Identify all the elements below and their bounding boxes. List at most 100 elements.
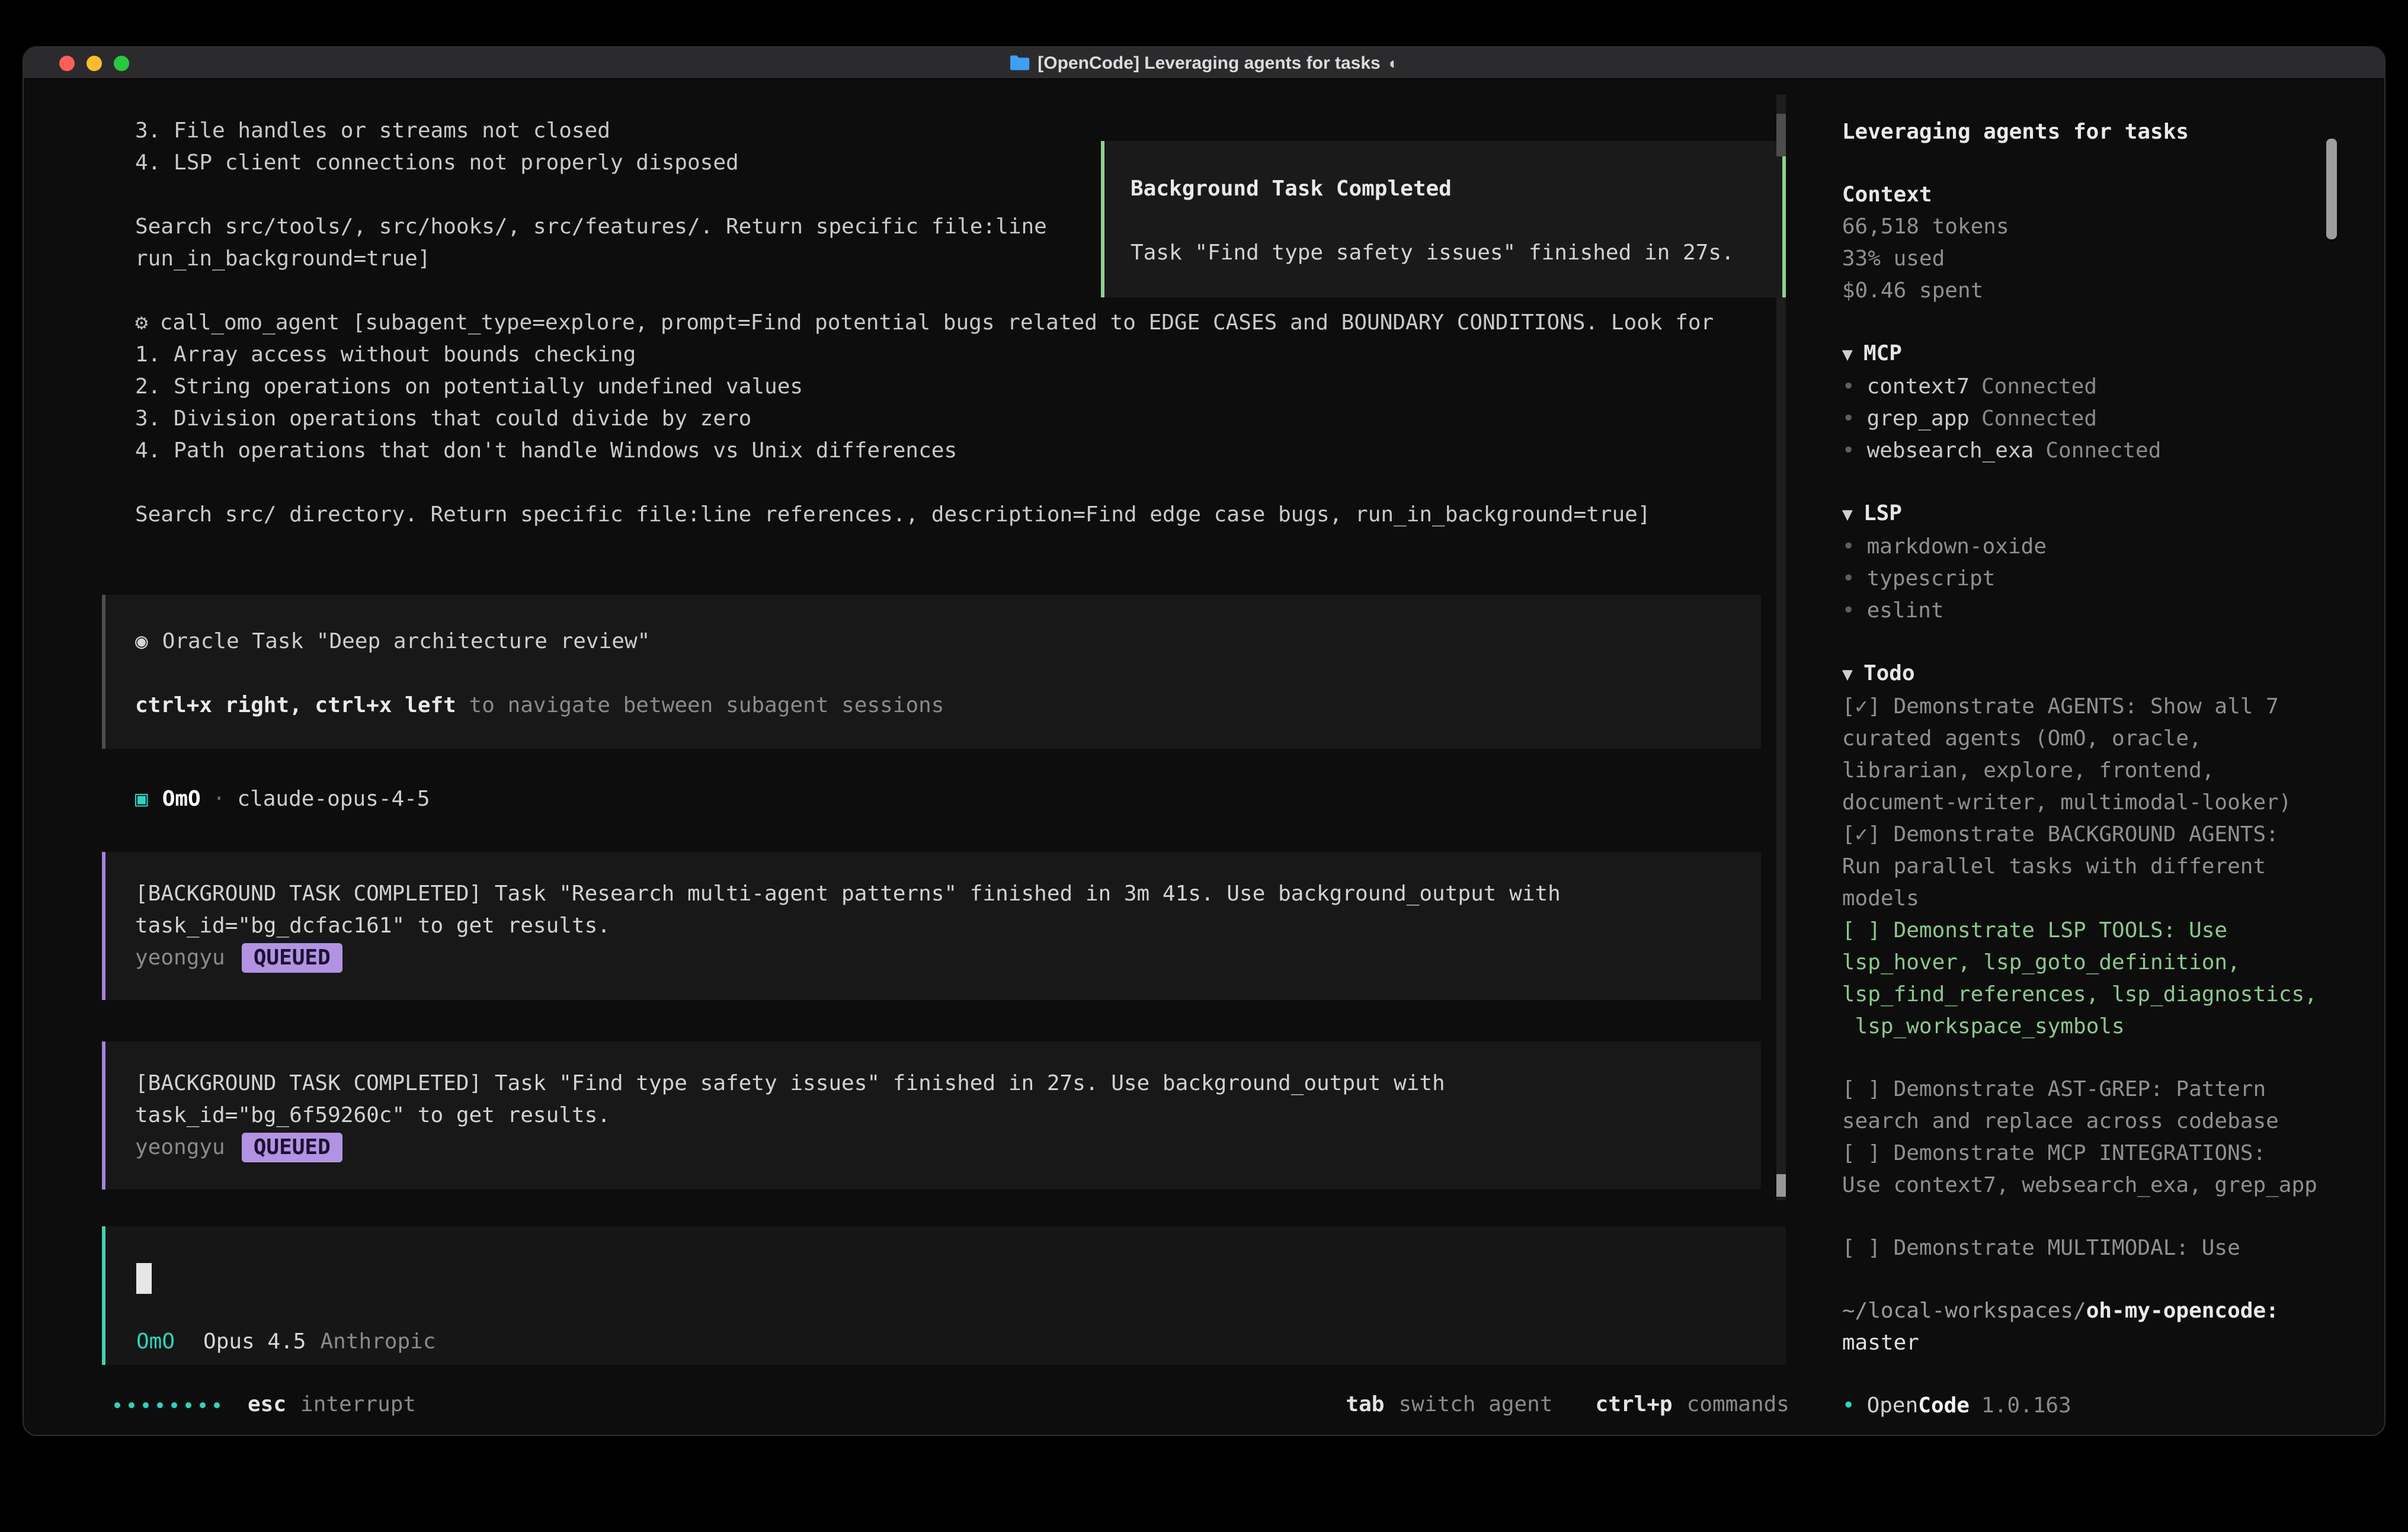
agent-icon: ▣ <box>135 787 148 812</box>
bullet-icon: • <box>1842 374 1855 399</box>
timer-icon: ◐ <box>1389 53 1399 72</box>
mcp-item: • websearch_exa Connected <box>1842 435 2333 467</box>
bullet-icon: • <box>1842 566 1855 591</box>
bullet-icon: • <box>1842 438 1855 463</box>
app-content: 3. File handles or streams not closed 4.… <box>24 79 2384 1435</box>
agent-name: OmO <box>162 787 201 812</box>
todo-item-active: [ ] Demonstrate LSP TOOLS: Use lsp_hover… <box>1842 915 2333 1043</box>
log-line: 2. String operations on potentially unde… <box>135 371 1773 403</box>
context-spent: $0.46 spent <box>1842 275 2333 307</box>
mcp-item: •context7Connected <box>1842 371 2333 403</box>
ctrlp-key-hint: ctrl+p <box>1596 1389 1673 1421</box>
toast-title: Background Task Completed <box>1131 173 1778 205</box>
titlebar: [OpenCode] Leveraging agents for tasks ◐ <box>24 47 2384 79</box>
tab-key-hint: tab <box>1346 1389 1384 1421</box>
agent-header: ▣ OmO · claude-opus-4-5 <box>135 783 430 815</box>
task-author: yeongyu <box>135 946 225 970</box>
sidebar-scrollbar-thumb[interactable] <box>2327 139 2337 239</box>
window-title: [OpenCode] Leveraging agents for tasks ◐ <box>1009 53 1398 73</box>
status-badge: QUEUED <box>242 943 342 973</box>
input-model-row: OmOOpus 4.5Anthropic <box>136 1326 436 1358</box>
status-right: tab switch agent ctrl+p commands <box>1346 1389 1789 1421</box>
mcp-server-status: Connected <box>1981 406 2097 431</box>
folder-icon <box>1009 55 1029 71</box>
lsp-server-name: eslint <box>1867 598 1944 623</box>
desktop: [OpenCode] Leveraging agents for tasks ◐… <box>0 0 2408 1532</box>
log-line: 4. Path operations that don't handle Win… <box>135 435 1773 467</box>
task-message-text: [BACKGROUND TASK COMPLETED] Task "Resear… <box>135 878 1761 942</box>
app-name-code: Code <box>1918 1393 1970 1418</box>
tool-call-text: call_omo_agent [subagent_type=explore, p… <box>160 310 1714 335</box>
todo-item: [ ] Demonstrate MULTIMODAL: Use <box>1842 1232 2333 1264</box>
background-task-message: [BACKGROUND TASK COMPLETED] Task "Find t… <box>102 1041 1761 1190</box>
oracle-task-title-line: ◉Oracle Task "Deep architecture review" <box>135 626 1761 658</box>
agent-model: claude-opus-4-5 <box>237 787 430 812</box>
workspace-repo-name: oh-my-opencode: <box>2086 1299 2279 1323</box>
main-scrollbar-thumb[interactable] <box>1776 114 1786 156</box>
workspace-path: ~/local-workspaces/oh-my-opencode: <box>1842 1295 2333 1327</box>
lsp-item: •eslint <box>1842 595 2333 627</box>
oracle-task-title: Oracle Task "Deep architecture review" <box>162 629 651 654</box>
zoom-button[interactable] <box>114 55 129 70</box>
lsp-server-name: typescript <box>1867 566 1996 591</box>
separator-dot: · <box>213 787 226 812</box>
text-cursor <box>136 1263 152 1294</box>
todo-item: [ ] Demonstrate AST-GREP: Pattern search… <box>1842 1073 2333 1137</box>
section-todo[interactable]: ▼ Todo <box>1842 658 2333 691</box>
chevron-down-icon: ▼ <box>1842 344 1853 365</box>
session-sidebar: Leveraging agents for tasks Context 66,5… <box>1818 79 2384 1435</box>
todo-item: [✓] Demonstrate BACKGROUND AGENTS: Run p… <box>1842 819 2333 915</box>
mcp-server-status: Connected <box>2045 438 2161 463</box>
lsp-item: • markdown-oxide <box>1842 531 2333 563</box>
oracle-task-box: ◉Oracle Task "Deep architecture review" … <box>102 595 1761 749</box>
status-bar: esc interrupt tab switch agent ctrl+p co… <box>110 1389 1789 1421</box>
tab-key-label: switch agent <box>1398 1389 1552 1421</box>
esc-key-hint: esc <box>248 1389 286 1421</box>
workspace-path-prefix: ~/local-workspaces/ <box>1842 1299 2086 1323</box>
workspace-branch: master <box>1842 1327 2333 1359</box>
context-tokens: 66,518 tokens <box>1842 211 2333 243</box>
lsp-server-name: markdown-oxide <box>1867 534 2047 559</box>
toast-body: Task "Find type safety issues" finished … <box>1131 237 1778 269</box>
bullet-icon: • <box>1842 534 1855 559</box>
provider-label: Anthropic <box>320 1329 436 1354</box>
keyboard-shortcut: ctrl+x right, ctrl+x left <box>135 693 456 718</box>
ctrlp-key-label: commands <box>1687 1389 1789 1421</box>
mcp-server-name: websearch_exa <box>1867 438 2034 463</box>
session-title: Leveraging agents for tasks <box>1842 116 2333 148</box>
minimize-button[interactable] <box>87 55 102 70</box>
task-meta-row: yeongyu QUEUED <box>135 1132 1761 1164</box>
mcp-server-status: Connected <box>1981 374 2097 399</box>
context-heading: Context <box>1842 179 2333 211</box>
close-button[interactable] <box>59 55 75 70</box>
bullet-icon: • <box>1842 406 1855 431</box>
window-controls <box>59 47 129 78</box>
oracle-navigation-hint: ctrl+x right, ctrl+x left to navigate be… <box>135 690 1761 722</box>
section-mcp[interactable]: ▼ MCP <box>1842 338 2333 371</box>
status-badge: QUEUED <box>242 1133 342 1162</box>
todo-heading-label: Todo <box>1863 661 1915 686</box>
scroll-position-indicator[interactable] <box>1776 1174 1786 1197</box>
todo-item: [ ] Demonstrate MCP INTEGRATIONS: Use co… <box>1842 1137 2333 1201</box>
lsp-item: • typescript <box>1842 563 2333 595</box>
background-task-message: [BACKGROUND TASK COMPLETED] Task "Resear… <box>102 852 1761 1000</box>
chevron-down-icon: ▼ <box>1842 664 1853 685</box>
bullet-icon: • <box>1842 1393 1855 1418</box>
chevron-down-icon: ▼ <box>1842 504 1853 525</box>
lsp-heading-label: LSP <box>1863 501 1902 526</box>
task-message-text: [BACKGROUND TASK COMPLETED] Task "Find t… <box>135 1068 1761 1132</box>
esc-key-label: interrupt <box>300 1389 416 1421</box>
mcp-heading-label: MCP <box>1863 341 1902 366</box>
terminal-window: [OpenCode] Leveraging agents for tasks ◐… <box>23 46 2385 1436</box>
log-line: 3. Division operations that could divide… <box>135 403 1773 435</box>
prompt-input[interactable]: OmOOpus 4.5Anthropic <box>102 1226 1786 1365</box>
app-version: 1.0.163 <box>1981 1393 2071 1418</box>
conversation-pane: 3. File handles or streams not closed 4.… <box>24 79 1818 1435</box>
task-author: yeongyu <box>135 1135 225 1160</box>
log-line <box>135 467 1773 499</box>
app-name-open: Open <box>1867 1393 1919 1418</box>
section-lsp[interactable]: ▼ LSP <box>1842 498 2333 531</box>
log-line: 1. Array access without bounds checking <box>135 339 1773 371</box>
task-meta-row: yeongyu QUEUED <box>135 942 1761 974</box>
tool-call-line: ⚙call_omo_agent [subagent_type=explore, … <box>135 307 1773 339</box>
